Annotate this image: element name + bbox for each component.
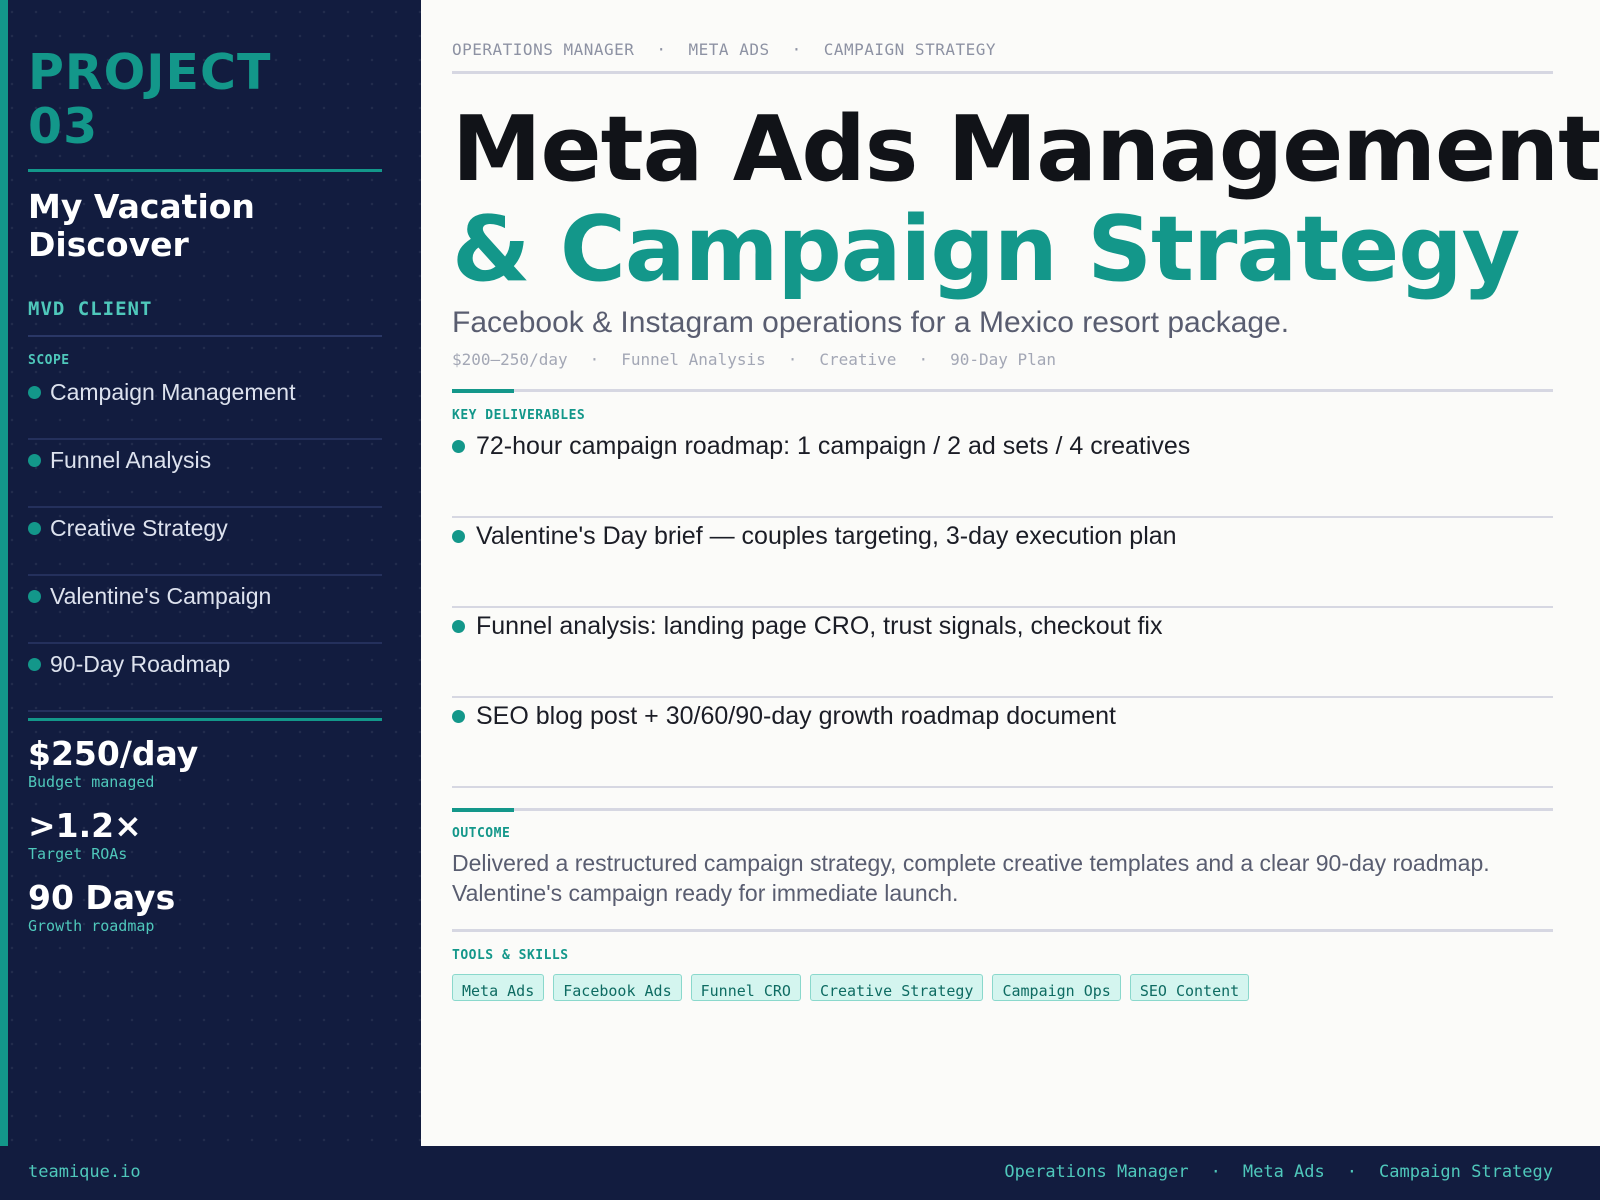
outcome-text: Delivered a restructured campaign strate… <box>452 848 1532 908</box>
scope-item-label: Creative Strategy <box>50 515 228 541</box>
bullet-dot-icon <box>452 710 465 723</box>
deliverable-label: Funnel analysis: landing page CRO, trust… <box>476 612 1163 640</box>
breadcrumb: OPERATIONS MANAGER · META ADS · CAMPAIGN… <box>452 40 996 59</box>
bullet-dot-icon <box>452 620 465 633</box>
stat-caption: Budget managed <box>28 773 155 791</box>
breadcrumb-separator: · <box>791 40 802 59</box>
tools-tag-list: Meta Ads Facebook Ads Funnel CRO Creativ… <box>452 974 1250 1001</box>
tool-tag: Facebook Ads <box>553 974 682 1001</box>
page-title-line-1: Meta Ads Management <box>452 97 1600 202</box>
stat-caption: Growth roadmap <box>28 917 155 935</box>
page-subtitle: Facebook & Instagram operations for a Me… <box>452 306 1290 339</box>
client-tag: MVD CLIENT <box>28 298 153 320</box>
meta-item: Creative <box>819 350 897 369</box>
scope-item: 90-Day Roadmap <box>28 644 382 712</box>
deliverables-label: KEY DELIVERABLES <box>452 408 586 423</box>
tool-tag: Campaign Ops <box>992 974 1121 1001</box>
stat-roas: >1.2× Target ROAs <box>28 806 142 864</box>
tool-tag: Meta Ads <box>452 974 545 1001</box>
breadcrumb-separator: · <box>656 40 667 59</box>
divider <box>28 718 382 721</box>
footer-breadcrumb: Operations Manager · Meta Ads · Campaign… <box>1004 1162 1553 1182</box>
scope-list: Campaign Management Funnel Analysis Crea… <box>28 372 382 712</box>
deliverables-list: 72-hour campaign roadmap: 1 campaign / 2… <box>452 428 1553 788</box>
bullet-dot-icon <box>28 658 41 671</box>
scope-item-label: Valentine's Campaign <box>50 583 272 609</box>
page-title-line-2: & Campaign Strategy <box>452 197 1520 302</box>
divider <box>28 335 382 337</box>
scope-item: Campaign Management <box>28 372 382 440</box>
scope-item: Creative Strategy <box>28 508 382 576</box>
client-name-line-1: My Vacation <box>28 187 255 226</box>
deliverable-label: SEO blog post + 30/60/90-day growth road… <box>476 702 1116 730</box>
deliverable-item: 72-hour campaign roadmap: 1 campaign / 2… <box>452 428 1553 518</box>
stat-value: 90 Days <box>28 878 176 917</box>
footer: teamique.io Operations Manager · Meta Ad… <box>0 1146 1600 1200</box>
bullet-dot-icon <box>28 454 41 467</box>
deliverable-item: Valentine's Day brief — couples targetin… <box>452 518 1553 608</box>
scope-item-label: 90-Day Roadmap <box>50 651 231 677</box>
breadcrumb-item: CAMPAIGN STRATEGY <box>823 40 996 59</box>
tool-tag: SEO Content <box>1129 974 1250 1001</box>
meta-separator: · <box>589 350 600 369</box>
stat-roadmap: 90 Days Growth roadmap <box>28 878 176 936</box>
outcome-line: Delivered a restructured campaign strate… <box>452 850 1490 876</box>
deliverable-label: Valentine's Day brief — couples targetin… <box>476 522 1177 550</box>
bullet-dot-icon <box>28 386 41 399</box>
bullet-dot-icon <box>28 590 41 603</box>
bullet-dot-icon <box>452 530 465 543</box>
stat-value: >1.2× <box>28 806 142 845</box>
meta-separator: · <box>918 350 929 369</box>
project-label-line-2: 03 <box>28 98 99 155</box>
stat-value: $250/day <box>28 734 199 773</box>
stat-caption: Target ROAs <box>28 845 128 863</box>
bullet-dot-icon <box>452 440 465 453</box>
bullet-dot-icon <box>28 522 41 535</box>
project-number: PROJECT 03 <box>28 46 388 154</box>
breadcrumb-item: META ADS <box>688 40 770 59</box>
outcome-label: OUTCOME <box>452 826 511 841</box>
footer-crumb: Campaign Strategy <box>1379 1162 1553 1182</box>
scope-label: SCOPE <box>28 353 70 368</box>
deliverable-item: SEO blog post + 30/60/90-day growth road… <box>452 698 1553 788</box>
divider <box>452 929 1553 932</box>
client-name-line-2: Discover <box>28 225 189 264</box>
meta-separator: · <box>787 350 798 369</box>
scope-item-label: Campaign Management <box>50 379 296 405</box>
footer-separator: · <box>1210 1162 1221 1182</box>
divider <box>452 808 1553 811</box>
divider-accent <box>452 389 514 393</box>
divider <box>452 389 1553 392</box>
deliverable-item: Funnel analysis: landing page CRO, trust… <box>452 608 1553 698</box>
stat-budget: $250/day Budget managed <box>28 734 199 792</box>
deliverable-label: 72-hour campaign roadmap: 1 campaign / 2… <box>476 432 1191 460</box>
divider <box>452 71 1553 74</box>
tool-tag: Creative Strategy <box>809 974 984 1001</box>
scope-item: Valentine's Campaign <box>28 576 382 644</box>
meta-row: $200–250/day · Funnel Analysis · Creativ… <box>452 350 1056 369</box>
sidebar-accent-bar <box>0 0 8 1146</box>
sidebar: PROJECT 03 My Vacation Discover MVD CLIE… <box>0 0 421 1146</box>
footer-site-link[interactable]: teamique.io <box>28 1162 141 1182</box>
outcome-line: Valentine's campaign ready for immediate… <box>452 880 959 906</box>
tools-label: TOOLS & SKILLS <box>452 948 569 963</box>
tool-tag: Funnel CRO <box>690 974 801 1001</box>
project-label-line-1: PROJECT <box>28 44 272 101</box>
meta-item: Funnel Analysis <box>621 350 766 369</box>
scope-item-label: Funnel Analysis <box>50 447 212 473</box>
divider <box>28 169 382 172</box>
divider-accent <box>452 808 514 812</box>
client-name: My Vacation Discover <box>28 188 388 264</box>
footer-separator: · <box>1346 1162 1357 1182</box>
meta-item: 90-Day Plan <box>950 350 1057 369</box>
scope-item: Funnel Analysis <box>28 440 382 508</box>
footer-crumb: Operations Manager <box>1004 1162 1189 1182</box>
meta-item: $200–250/day <box>452 350 568 369</box>
footer-crumb: Meta Ads <box>1242 1162 1325 1182</box>
breadcrumb-item: OPERATIONS MANAGER <box>452 40 635 59</box>
